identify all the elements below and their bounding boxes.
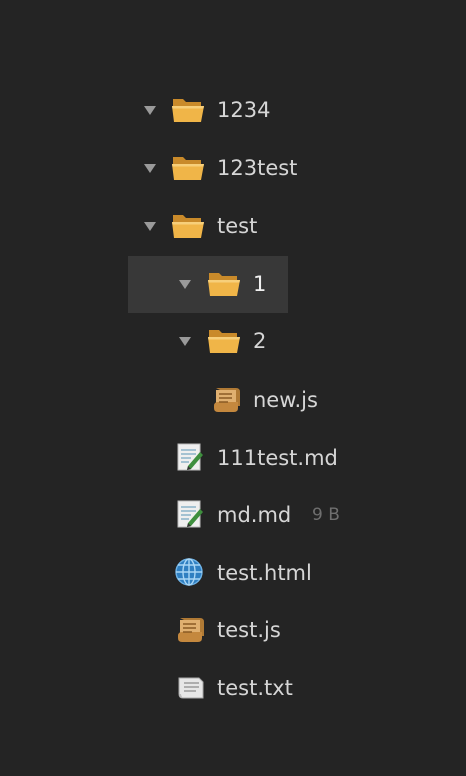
folder-icon — [171, 94, 205, 124]
chevron-down-icon[interactable] — [179, 280, 191, 289]
tree-item-1[interactable]: 1 — [0, 256, 466, 313]
memo-icon — [174, 442, 208, 472]
scroll-icon — [174, 614, 208, 644]
tree-item-123test[interactable]: 123test — [0, 140, 466, 196]
chevron-down-icon[interactable] — [179, 337, 191, 346]
tree-item-test-js[interactable]: test.js — [0, 602, 466, 658]
scroll-icon — [210, 384, 244, 414]
memo-icon — [174, 499, 208, 529]
folder-icon — [171, 210, 205, 240]
file-tree: 1234 123test test 1 2 new.js 111test.md … — [0, 0, 466, 776]
folder-icon — [171, 152, 205, 182]
tree-item-label: test.js — [217, 618, 281, 642]
tree-item-label: 111test.md — [217, 446, 338, 470]
tree-item-label: 1234 — [217, 98, 271, 122]
tree-item-label: test.html — [217, 561, 312, 585]
folder-icon — [207, 268, 241, 298]
tree-item-label: 123test — [217, 156, 298, 180]
tree-item-test[interactable]: test — [0, 198, 466, 254]
tree-item-label: test — [217, 214, 258, 238]
folder-icon — [207, 325, 241, 355]
tree-item-111test-md[interactable]: 111test.md — [0, 430, 466, 486]
tree-item-2[interactable]: 2 — [0, 313, 466, 369]
tree-item-label: test.txt — [217, 676, 293, 700]
globe-icon — [172, 557, 206, 587]
tree-item-label: 2 — [253, 329, 267, 353]
chevron-down-icon[interactable] — [144, 106, 156, 115]
tree-item-test-html[interactable]: test.html — [0, 545, 466, 601]
file-size: 9 B — [312, 505, 340, 525]
tree-item-1234[interactable]: 1234 — [0, 82, 466, 138]
tree-item-label: md.md — [217, 503, 292, 527]
tree-item-label: 1 — [253, 272, 267, 296]
tree-item-new-js[interactable]: new.js — [0, 372, 466, 428]
tree-item-label: new.js — [253, 388, 318, 412]
tree-item-test-txt[interactable]: test.txt — [0, 660, 466, 716]
tree-item-md-md[interactable]: md.md 9 B — [0, 487, 466, 543]
chevron-down-icon[interactable] — [144, 164, 156, 173]
chevron-down-icon[interactable] — [144, 222, 156, 231]
page-icon — [174, 672, 208, 702]
